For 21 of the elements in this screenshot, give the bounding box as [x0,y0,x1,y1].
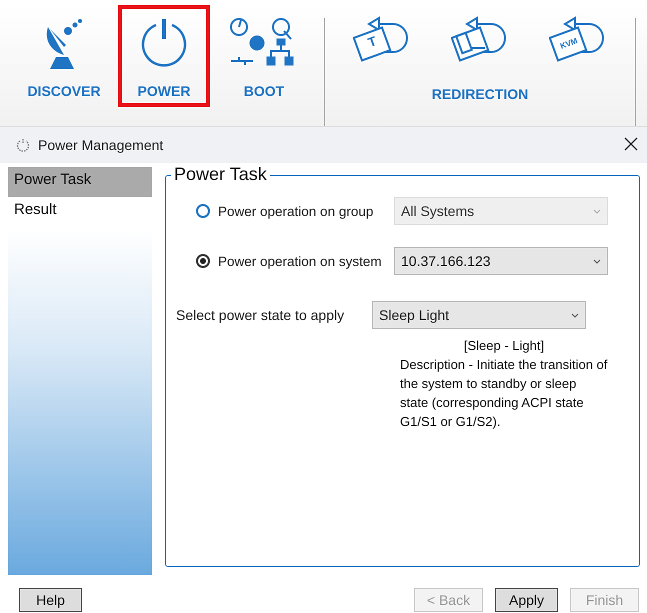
dialog-button[interactable]: Help [19,588,82,612]
radio-label: Power operation on system [218,254,383,268]
field-label: Select power state to apply [176,307,346,323]
dropdown[interactable]: 10.37.166.123 [394,247,608,275]
radio-button[interactable] [196,254,210,268]
radio-label: Power operation on group [218,204,374,218]
toolbar-button[interactable]: DISCOVER [18,5,110,107]
sidebar-item[interactable]: Power Task [8,167,152,197]
caret-icon [571,312,579,318]
toolbar-button[interactable]: POWER [118,5,210,107]
dropdown[interactable]: Sleep Light [372,301,586,329]
toolbar-button[interactable]: BOOT [218,5,310,107]
close-button[interactable] [623,137,639,153]
group-label: REDIRECTION [432,86,528,102]
window-title: Power Management [38,137,164,153]
description-text: Description - Initiate the transition of the system to standby or sleep state (corresponding ACPI state G1/S1 or G1/S2). [400,357,608,429]
description-title: [Sleep - Light] [462,337,546,355]
caret-icon [593,258,601,264]
sidebar-item[interactable]: Result [8,197,152,227]
dialog-button[interactable]: Apply [495,588,558,612]
caret-icon [593,208,601,214]
